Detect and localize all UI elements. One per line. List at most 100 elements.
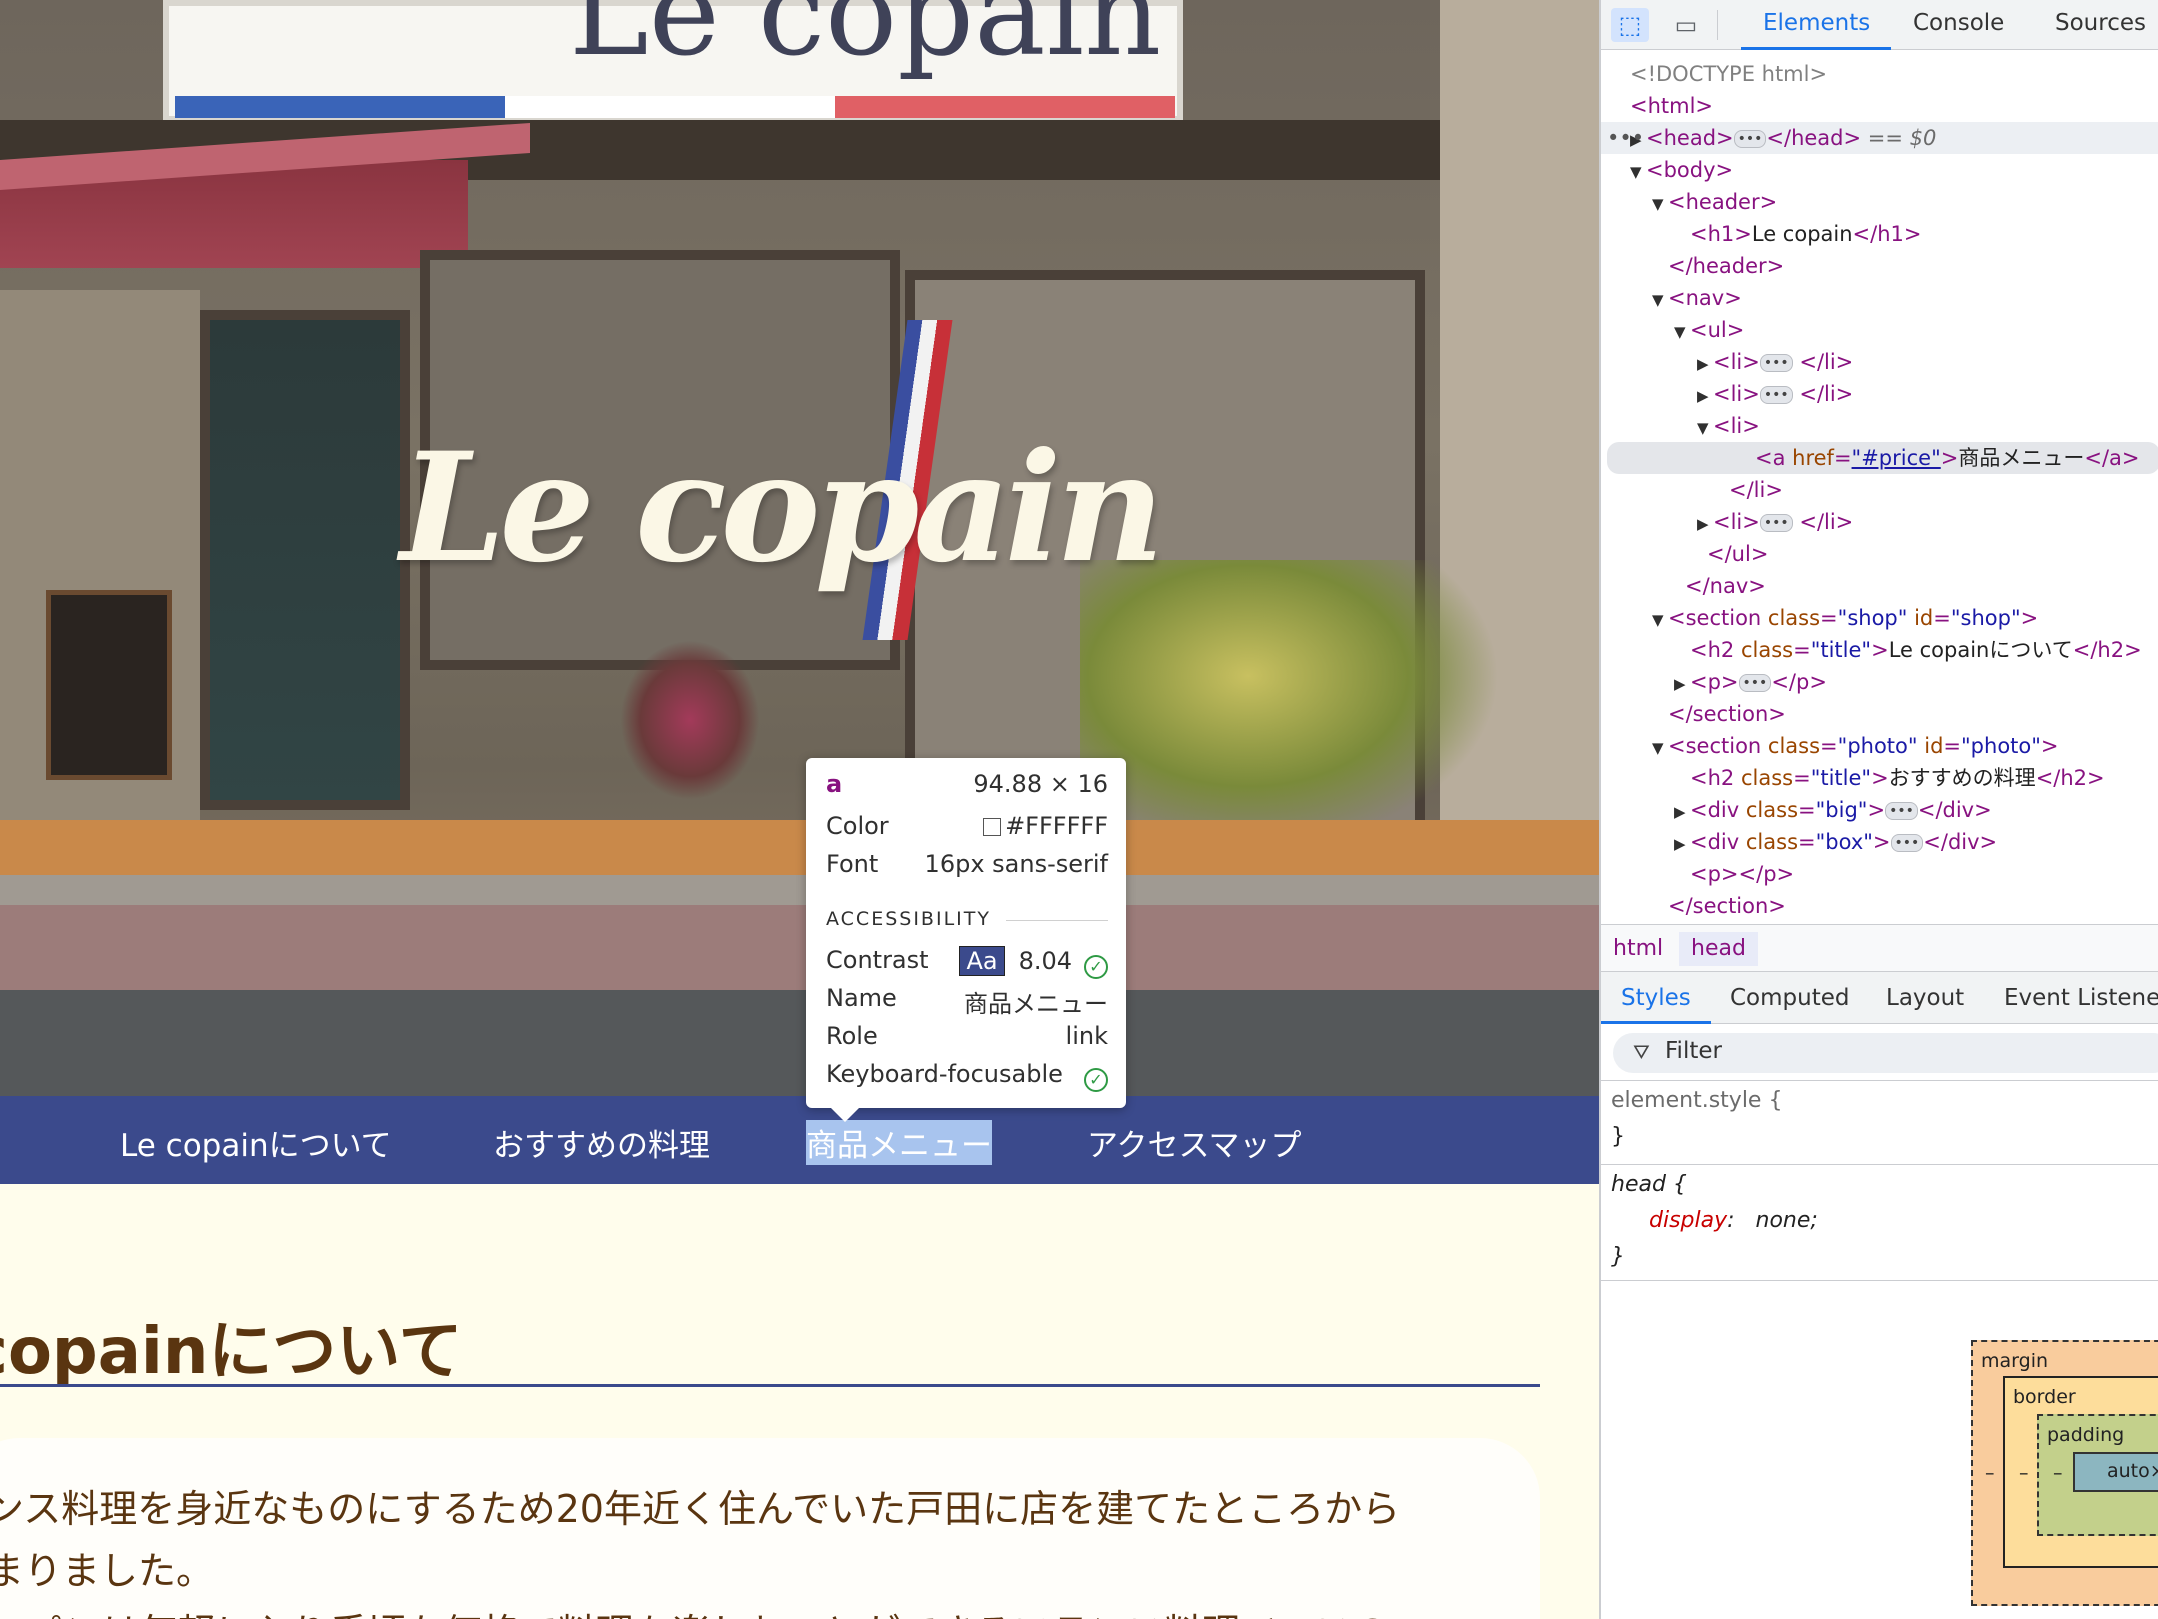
- expand-triangle-icon[interactable]: ▶: [1674, 828, 1690, 860]
- box-model-border-label: border: [2013, 1386, 2076, 1408]
- devtools-toolbar: ⬚ ▭ Elements Console Sources: [1601, 0, 2158, 50]
- collapse-triangle-icon[interactable]: ▼: [1652, 284, 1668, 316]
- breadcrumb-html[interactable]: html: [1601, 932, 1675, 966]
- dom-node-li[interactable]: ▶ <li> ••• </li>: [1601, 346, 2158, 378]
- tooltip-color-label: Color: [826, 812, 889, 840]
- tooltip-size: 94.88 × 16: [973, 770, 1108, 798]
- tab-console[interactable]: Console: [1913, 10, 2004, 36]
- dom-node-h2-photo[interactable]: <h2 class="title">おすすめの料理</h2>: [1601, 762, 2158, 794]
- tab-elements[interactable]: Elements: [1763, 10, 1870, 36]
- shop-door: [200, 310, 410, 810]
- inspect-tooltip: a 94.88 × 16 Color #FFFFFF Font 16px san…: [806, 758, 1126, 1122]
- dom-node-header[interactable]: ▼ <header>: [1601, 186, 2158, 218]
- webpage-viewport: Le copain Le copain Le copainについて おすすめの料…: [0, 0, 1599, 1619]
- dom-node-section-photo[interactable]: ▼ <section class="photo" id="photo">: [1601, 730, 2158, 762]
- device-toolbar-icon[interactable]: ▭: [1667, 8, 1705, 42]
- nav-link-about[interactable]: Le copainについて: [120, 1120, 392, 1165]
- styles-tabbar: Styles Computed Layout Event Listeners: [1601, 972, 2158, 1024]
- collapsed-ellipsis-icon[interactable]: •••: [1759, 514, 1793, 532]
- expand-triangle-icon[interactable]: ▶: [1697, 380, 1713, 412]
- site-navigation: Le copainについて おすすめの料理 商品メニュー アクセスマップ: [0, 1096, 1599, 1184]
- collapsed-ellipsis-icon[interactable]: •••: [1759, 386, 1793, 404]
- collapse-triangle-icon[interactable]: ▼: [1652, 188, 1668, 220]
- head-rule-selector[interactable]: head {: [1611, 1172, 1687, 1197]
- dom-node-li[interactable]: ▶ <li> ••• </li>: [1601, 378, 2158, 410]
- dom-node-html[interactable]: <html>: [1601, 90, 2158, 122]
- tooltip-font-label: Font: [826, 850, 879, 878]
- collapsed-ellipsis-icon[interactable]: •••: [1738, 674, 1772, 692]
- dom-node-h1[interactable]: <h1>Le copain</h1>: [1601, 218, 2158, 250]
- dom-node-div-big[interactable]: ▶ <div class="big"> ••• </div>: [1601, 794, 2158, 826]
- paragraph-line: まりました。: [0, 1549, 215, 1593]
- dom-node-head[interactable]: ••• ▶ <head> ••• </head> == $0: [1601, 122, 2158, 154]
- store-sign-text: Le copain: [569, 0, 1162, 83]
- dom-node-doctype[interactable]: <!DOCTYPE html>: [1601, 58, 2158, 90]
- box-model-diagram: margin border padding auto× – – –: [1971, 1340, 2158, 1610]
- collapse-triangle-icon[interactable]: ▼: [1697, 412, 1713, 444]
- dom-node-div-box[interactable]: ▶ <div class="box"> ••• </div>: [1601, 826, 2158, 858]
- chalkboard-menu: [46, 590, 172, 780]
- box-model-content-size: auto×: [2107, 1460, 2158, 1482]
- dom-node-h2-shop[interactable]: <h2 class="title">Le copainについて</h2>: [1601, 634, 2158, 666]
- dom-node-section-shop[interactable]: ▼ <section class="shop" id="shop">: [1601, 602, 2158, 634]
- tooltip-name-label: Name: [826, 984, 897, 1012]
- dom-node-li[interactable]: ▶ <li> ••• </li>: [1601, 506, 2158, 538]
- nav-link-recommended[interactable]: おすすめの料理: [493, 1120, 710, 1165]
- check-circle-icon: ✓: [1084, 955, 1108, 979]
- expand-triangle-icon[interactable]: ▶: [1697, 508, 1713, 540]
- paragraph-line: コパンは気軽に入り手頃な価格で料理を楽しむことができるフランス料理ベースの: [0, 1602, 1400, 1619]
- tooltip-role-label: Role: [826, 1022, 878, 1050]
- more-options-icon[interactable]: •••: [1607, 122, 1644, 154]
- tab-layout[interactable]: Layout: [1886, 985, 1964, 1011]
- tab-computed[interactable]: Computed: [1730, 985, 1849, 1011]
- dom-node-header-close[interactable]: </header>: [1601, 250, 2158, 282]
- expand-triangle-icon[interactable]: ▶: [1697, 348, 1713, 380]
- rule-close-brace: }: [1611, 1124, 1625, 1149]
- dom-node-ul[interactable]: ▼ <ul>: [1601, 314, 2158, 346]
- collapse-triangle-icon[interactable]: ▼: [1630, 156, 1646, 188]
- dom-node-section-close[interactable]: </section>: [1601, 890, 2158, 922]
- collapsed-ellipsis-icon[interactable]: •••: [1890, 834, 1924, 852]
- dom-node-body[interactable]: ▼ <body>: [1601, 154, 2158, 186]
- tooltip-contrast-label: Contrast: [826, 946, 929, 974]
- dom-node-section-close[interactable]: </section>: [1601, 698, 2158, 730]
- collapse-triangle-icon[interactable]: ▼: [1652, 732, 1668, 764]
- dom-node-nav[interactable]: ▼ <nav>: [1601, 282, 2158, 314]
- check-circle-icon: ✓: [1084, 1068, 1108, 1092]
- dom-node-ul-close[interactable]: </ul>: [1601, 538, 2158, 570]
- dom-node-li-open[interactable]: ▼ <li>: [1601, 410, 2158, 442]
- dom-node-p-empty[interactable]: <p></p>: [1601, 858, 2158, 890]
- collapsed-ellipsis-icon[interactable]: •••: [1885, 802, 1918, 820]
- section-title: copainについて: [0, 1315, 463, 1389]
- expand-triangle-icon[interactable]: ▶: [1674, 668, 1690, 700]
- tooltip-accessibility-heading: ACCESSIBILITY: [826, 908, 991, 930]
- collapsed-ellipsis-icon[interactable]: •••: [1759, 354, 1793, 372]
- dom-node-p[interactable]: ▶ <p> ••• </p>: [1601, 666, 2158, 698]
- dom-tree: <!DOCTYPE html> <html> ••• ▶ <head> ••• </h…: [1601, 52, 2158, 922]
- nav-link-menu[interactable]: 商品メニュー: [806, 1120, 992, 1165]
- dom-node-nav-close[interactable]: </nav>: [1601, 570, 2158, 602]
- filter-placeholder: Filter: [1665, 1038, 1722, 1064]
- section-paragraph: ンス料理を身近なものにするため20年近く住んでいた戸田に店を建てたところから ま…: [0, 1478, 1400, 1619]
- element-style-selector[interactable]: element.style {: [1611, 1088, 1782, 1113]
- tab-event-listeners[interactable]: Event Listeners: [2004, 985, 2158, 1011]
- head-rule-declaration[interactable]: display: none;: [1649, 1208, 1818, 1233]
- inspect-element-icon[interactable]: ⬚: [1611, 8, 1649, 42]
- box-model-margin-label: margin: [1981, 1350, 2049, 1372]
- styles-filter-input[interactable]: ⛛ Filter: [1613, 1033, 2158, 1073]
- hero-logo: Le copain: [400, 420, 1165, 596]
- expand-triangle-icon[interactable]: ▶: [1674, 796, 1690, 828]
- devtools-panel: ⬚ ▭ Elements Console Sources <!DOCTYPE h…: [1599, 0, 2158, 1619]
- title-underline: [0, 1384, 1540, 1387]
- dom-node-a-selected[interactable]: <a href="#price">商品メニュー</a>: [1607, 442, 2158, 474]
- collapse-triangle-icon[interactable]: ▼: [1674, 316, 1690, 348]
- dom-node-li-close[interactable]: </li>: [1601, 474, 2158, 506]
- paragraph-line: ンス料理を身近なものにするため20年近く住んでいた戸田に店を建てたところから: [0, 1487, 1401, 1531]
- hero-image: Le copain Le copain: [0, 0, 1599, 1096]
- collapse-triangle-icon[interactable]: ▼: [1652, 604, 1668, 636]
- collapsed-ellipsis-icon[interactable]: •••: [1733, 130, 1767, 148]
- tab-sources[interactable]: Sources: [2055, 10, 2146, 36]
- breadcrumb-head[interactable]: head: [1679, 932, 1758, 966]
- nav-link-access-map[interactable]: アクセスマップ: [1087, 1120, 1302, 1165]
- tab-styles[interactable]: Styles: [1621, 985, 1691, 1011]
